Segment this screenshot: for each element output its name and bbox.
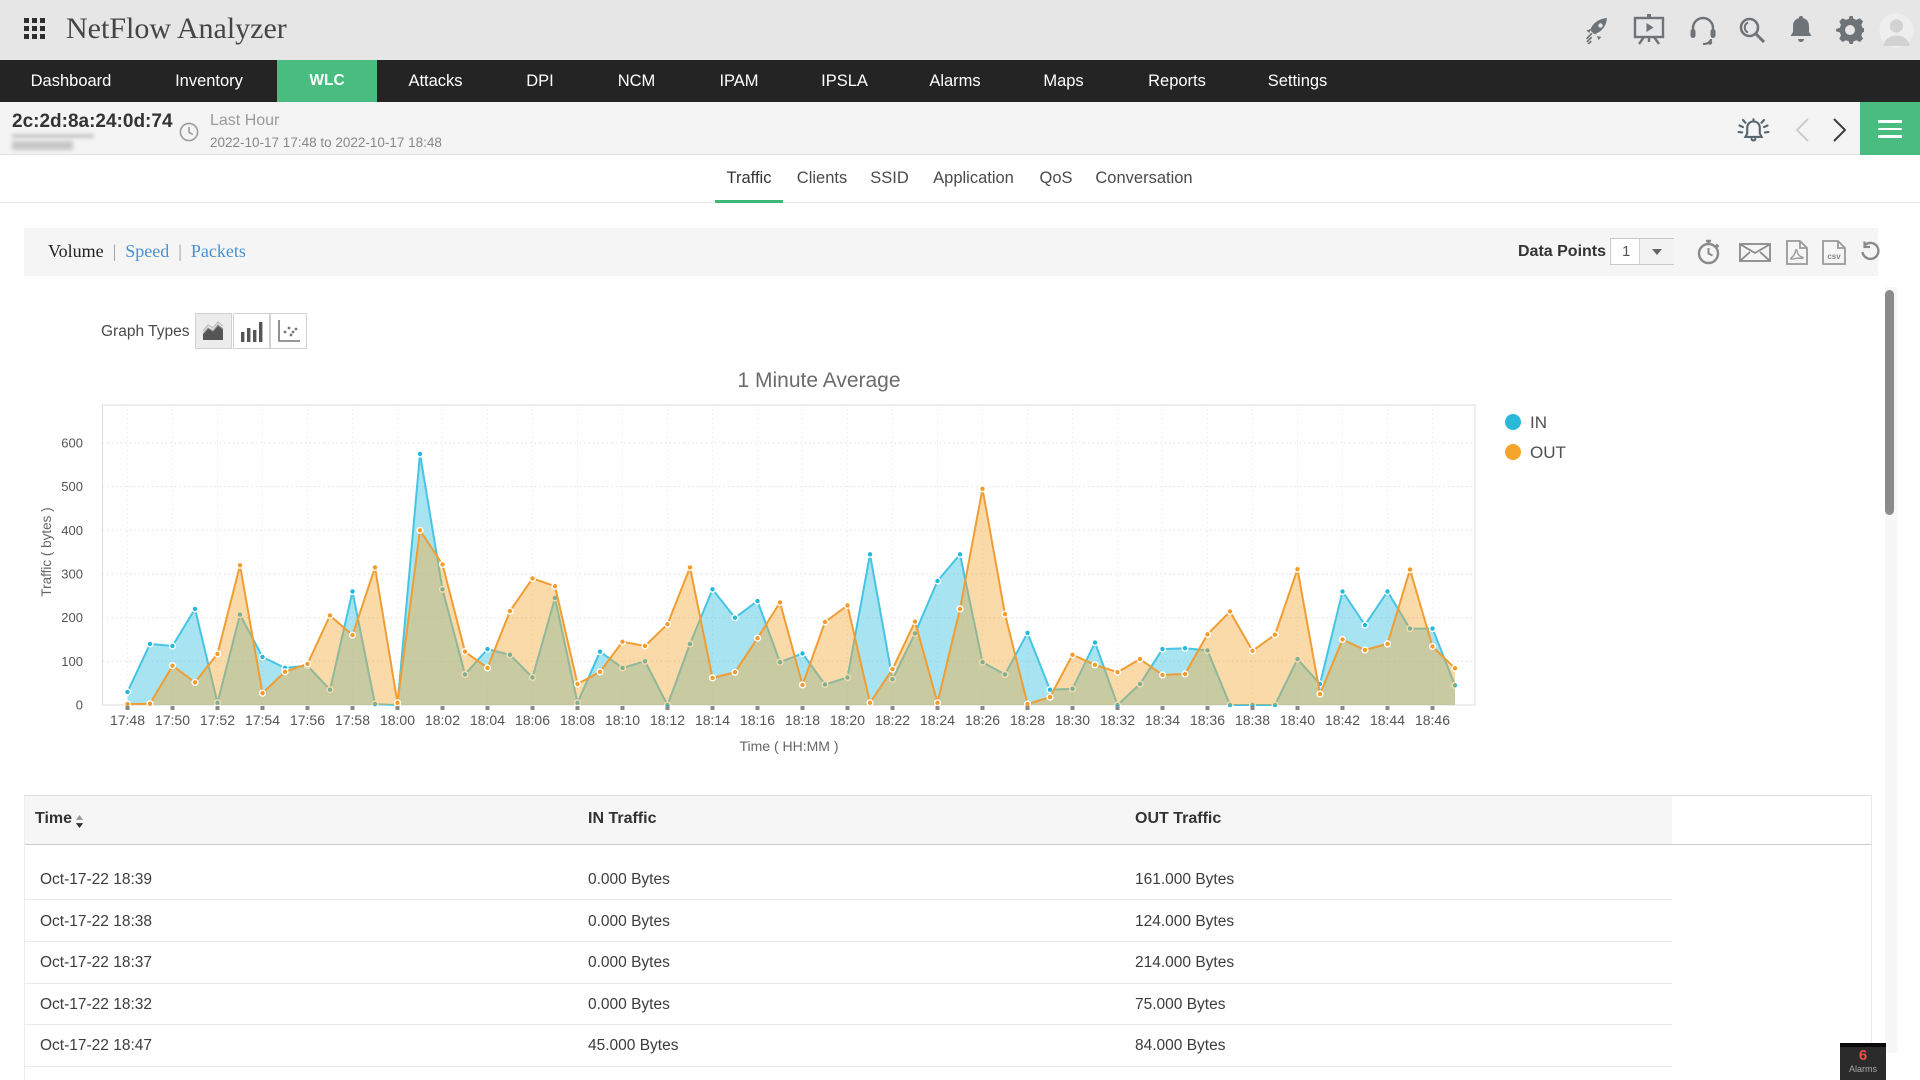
svg-text:18:38: 18:38 [1235,712,1270,728]
svg-text:500: 500 [61,479,83,494]
svg-text:18:04: 18:04 [470,712,505,728]
svg-text:18:06: 18:06 [515,712,550,728]
svg-text:18:28: 18:28 [1010,712,1045,728]
svg-text:100: 100 [61,654,83,669]
svg-text:600: 600 [61,436,83,451]
svg-text:18:40: 18:40 [1280,712,1315,728]
svg-text:18:08: 18:08 [560,712,595,728]
svg-text:18:44: 18:44 [1370,712,1405,728]
svg-text:18:30: 18:30 [1055,712,1090,728]
svg-text:18:32: 18:32 [1100,712,1135,728]
svg-text:OUT: OUT [1530,443,1566,462]
svg-text:17:58: 17:58 [335,712,370,728]
svg-text:17:48: 17:48 [110,712,145,728]
svg-text:18:22: 18:22 [875,712,910,728]
svg-text:400: 400 [61,523,83,538]
svg-text:18:26: 18:26 [965,712,1000,728]
svg-text:18:24: 18:24 [920,712,955,728]
svg-text:18:20: 18:20 [830,712,865,728]
svg-text:18:42: 18:42 [1325,712,1360,728]
svg-text:18:10: 18:10 [605,712,640,728]
svg-text:0: 0 [76,698,83,713]
svg-text:17:54: 17:54 [245,712,280,728]
svg-text:csv: csv [1827,252,1841,261]
svg-text:18:46: 18:46 [1415,712,1450,728]
svg-text:17:56: 17:56 [290,712,325,728]
svg-text:18:16: 18:16 [740,712,775,728]
svg-text:1 Minute Average: 1 Minute Average [737,369,900,392]
svg-text:18:12: 18:12 [650,712,685,728]
svg-text:18:18: 18:18 [785,712,820,728]
svg-text:17:52: 17:52 [200,712,235,728]
svg-text:17:50: 17:50 [155,712,190,728]
svg-text:200: 200 [61,610,83,625]
svg-text:18:34: 18:34 [1145,712,1180,728]
svg-text:18:00: 18:00 [380,712,415,728]
svg-text:Traffic ( bytes ): Traffic ( bytes ) [39,507,54,596]
svg-text:18:02: 18:02 [425,712,460,728]
svg-text:18:14: 18:14 [695,712,730,728]
svg-text:IN: IN [1530,413,1547,432]
svg-text:18:36: 18:36 [1190,712,1225,728]
svg-text:Time ( HH:MM ): Time ( HH:MM ) [739,738,838,754]
svg-text:300: 300 [61,567,83,582]
